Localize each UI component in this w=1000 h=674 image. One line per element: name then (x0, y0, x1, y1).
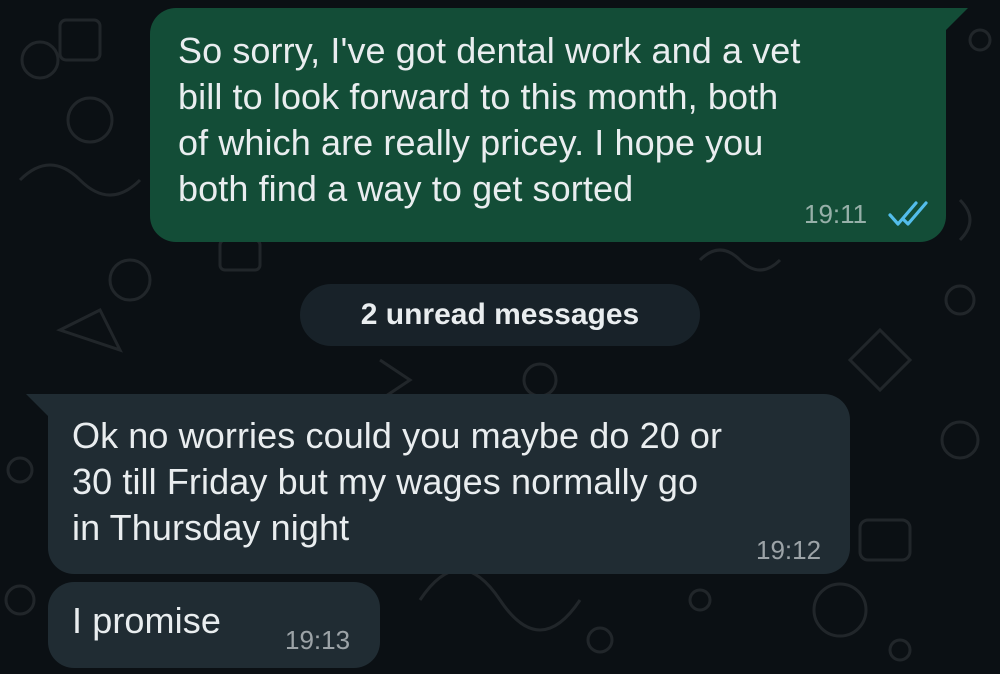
message-time: 19:12 (756, 535, 822, 565)
message-text: So sorry, I've got dental work and a vet… (178, 30, 801, 209)
bubble-tail-outgoing (946, 8, 968, 30)
double-check-read-icon (888, 201, 928, 226)
message-text: Ok no worries could you maybe do 20 or 3… (72, 415, 723, 548)
message-time: 19:13 (285, 625, 351, 655)
unread-messages-label: 2 unread messages (360, 298, 640, 331)
bubble-tail-incoming (26, 394, 48, 416)
message-time: 19:11 (804, 199, 868, 229)
chat-conversation[interactable]: So sorry, I've got dental work and a vet… (0, 0, 1000, 674)
message-text: I promise (72, 600, 221, 641)
unread-messages-divider: 2 unread messages (300, 284, 700, 346)
